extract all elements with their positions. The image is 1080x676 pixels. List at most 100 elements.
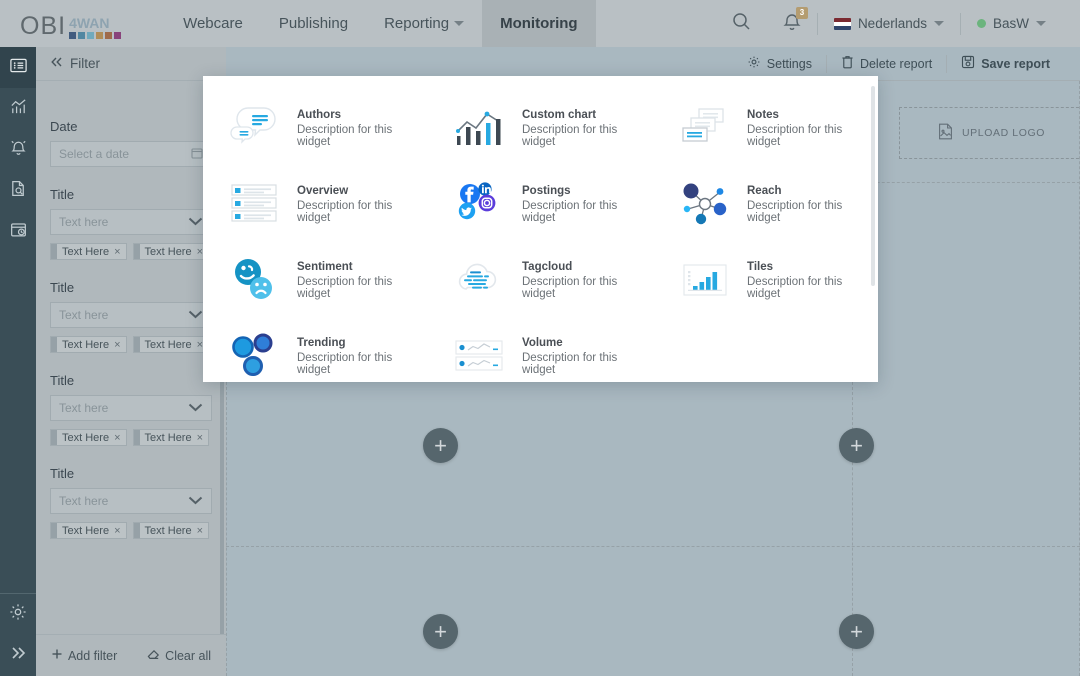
bell-icon: 3: [783, 6, 808, 36]
chip-remove-icon[interactable]: ×: [197, 525, 208, 537]
widget-option-notes[interactable]: Notes Description for this widget: [653, 90, 878, 166]
app-root: OBI 4WAN Webcare Publishing Reporting Monit…: [0, 0, 1080, 676]
chip-label: Text Here: [62, 245, 110, 258]
plus-icon: +: [434, 618, 447, 644]
nav-item-monitoring[interactable]: Monitoring: [482, 0, 596, 47]
logo-color-dots: [69, 31, 122, 39]
add-filter-button[interactable]: Add filter: [51, 648, 117, 663]
widget-option-postings[interactable]: Postings Description for this widget: [428, 166, 653, 242]
filter-chip-list: Text Here × Text Here ×: [50, 243, 212, 260]
widget-picker-scrollbar[interactable]: [871, 86, 875, 286]
rail-item-scheduled[interactable]: [0, 211, 36, 252]
select-filter-input[interactable]: Text here: [50, 302, 212, 328]
widget-option-authors[interactable]: Authors Description for this widget: [203, 90, 428, 166]
filter-chip[interactable]: Text Here ×: [50, 522, 127, 539]
notes-cards-icon: [677, 103, 733, 153]
user-menu[interactable]: BasW: [961, 16, 1062, 31]
widget-option-title: Volume: [522, 336, 563, 349]
chip-remove-icon[interactable]: ×: [114, 339, 125, 351]
chip-remove-icon[interactable]: ×: [197, 432, 208, 444]
widget-option-trending[interactable]: Trending Description for this widget: [203, 318, 428, 394]
add-widget-button-top-right[interactable]: +: [839, 428, 874, 463]
chip-remove-icon[interactable]: ×: [114, 246, 125, 258]
expand-chevrons-icon: [8, 644, 28, 667]
chevron-down-icon: [188, 308, 203, 322]
nav-item-label: Webcare: [183, 15, 243, 32]
obi4wan-logo[interactable]: OBI 4WAN: [20, 9, 122, 39]
filter-chip[interactable]: Text Here ×: [132, 522, 210, 539]
rail-item-reports[interactable]: [0, 47, 36, 88]
nav-item-webcare[interactable]: Webcare: [165, 0, 261, 47]
rail-item-settings[interactable]: [0, 594, 36, 635]
trash-icon: [841, 55, 854, 72]
plus-icon: +: [434, 432, 447, 458]
reach-network-nodes-icon: [677, 179, 733, 229]
chip-remove-icon[interactable]: ×: [114, 432, 125, 444]
filter-chip[interactable]: Text Here ×: [50, 336, 127, 353]
widget-option-text: Custom chart Description for this widget: [522, 109, 653, 148]
language-selector[interactable]: Nederlands: [818, 16, 960, 31]
widget-option-title: Trending: [297, 336, 346, 349]
notifications-button[interactable]: 3: [767, 6, 817, 36]
date-filter-input[interactable]: Select a date: [50, 141, 212, 167]
logo-dot: [87, 31, 95, 39]
filter-field-label: Title: [50, 280, 75, 295]
add-widget-button-bottom-left[interactable]: +: [423, 614, 458, 649]
save-report-button[interactable]: Save report: [947, 55, 1064, 72]
widget-option-custom-chart[interactable]: Custom chart Description for this widget: [428, 90, 653, 166]
delete-report-button[interactable]: Delete report: [827, 55, 946, 72]
clear-all-button[interactable]: Clear all: [147, 648, 211, 663]
select-filter-input[interactable]: Text here: [50, 395, 212, 421]
widget-option-sentiment[interactable]: Sentiment Description for this widget: [203, 242, 428, 318]
widget-option-text: Postings Description for this widget: [522, 185, 653, 224]
widget-option-tagcloud[interactable]: Tagcloud Description for this widget: [428, 242, 653, 318]
main-nav: Webcare Publishing Reporting Monitoring: [165, 0, 596, 47]
notification-badge: 3: [795, 6, 808, 19]
widget-option-description: Description for this widget: [747, 123, 843, 148]
reports-icon: [9, 56, 28, 80]
add-widget-button-top-left[interactable]: +: [423, 428, 458, 463]
user-name-label: BasW: [992, 16, 1029, 31]
nav-item-publishing[interactable]: Publishing: [261, 0, 366, 47]
filter-chip[interactable]: Text Here ×: [132, 429, 210, 446]
nav-item-reporting[interactable]: Reporting: [366, 0, 482, 47]
widget-option-text: Sentiment Description for this widget: [297, 261, 428, 300]
filter-chip[interactable]: Text Here ×: [132, 243, 210, 260]
filter-chip[interactable]: Text Here ×: [132, 336, 210, 353]
filter-field-placeholder: Select a date: [59, 147, 130, 161]
rail-item-expand[interactable]: [0, 635, 36, 676]
clear-all-label: Clear all: [165, 648, 212, 663]
chevron-down-icon: [188, 401, 203, 415]
filter-field-placeholder: Text here: [59, 215, 109, 229]
upload-logo-dropzone[interactable]: UPLOAD LOGO: [899, 107, 1080, 159]
rail-item-document-search[interactable]: [0, 170, 36, 211]
settings-button[interactable]: Settings: [733, 55, 826, 72]
chevron-down-icon: [1036, 21, 1046, 26]
widget-option-title: Overview: [297, 184, 349, 197]
widget-option-description: Description for this widget: [747, 199, 843, 224]
widget-option-reach[interactable]: Reach Description for this widget: [653, 166, 878, 242]
upload-logo-label: UPLOAD LOGO: [961, 127, 1046, 139]
widget-option-description: Description for this widget: [522, 351, 618, 376]
add-widget-button-bottom-right[interactable]: +: [839, 614, 874, 649]
widget-picker-modal: Authors Description for this widget Custo…: [203, 76, 878, 382]
select-filter-input[interactable]: Text here: [50, 488, 212, 514]
widget-option-overview[interactable]: Overview Description for this widget: [203, 166, 428, 242]
filter-chip[interactable]: Text Here ×: [50, 243, 127, 260]
widget-option-text: Authors Description for this widget: [297, 109, 428, 148]
filter-chip[interactable]: Text Here ×: [50, 429, 127, 446]
settings-gear-icon: [8, 602, 28, 627]
widget-option-tiles[interactable]: Tiles Description for this widget: [653, 242, 878, 318]
nav-item-label: Publishing: [278, 15, 349, 32]
filter-panel-header[interactable]: Filter: [36, 47, 226, 81]
widget-option-description: Description for this widget: [297, 199, 393, 224]
search-button[interactable]: [716, 12, 767, 36]
widget-option-volume[interactable]: Volume Description for this widget: [428, 318, 653, 394]
widget-option-text: Trending Description for this widget: [297, 337, 428, 376]
select-filter-input[interactable]: Text here: [50, 209, 212, 235]
chip-remove-icon[interactable]: ×: [114, 525, 125, 537]
rail-item-analytics[interactable]: [0, 88, 36, 129]
rail-bottom-group: [0, 593, 36, 676]
rail-item-alerts[interactable]: [0, 129, 36, 170]
authors-speech-bubble-icon: [227, 103, 283, 153]
